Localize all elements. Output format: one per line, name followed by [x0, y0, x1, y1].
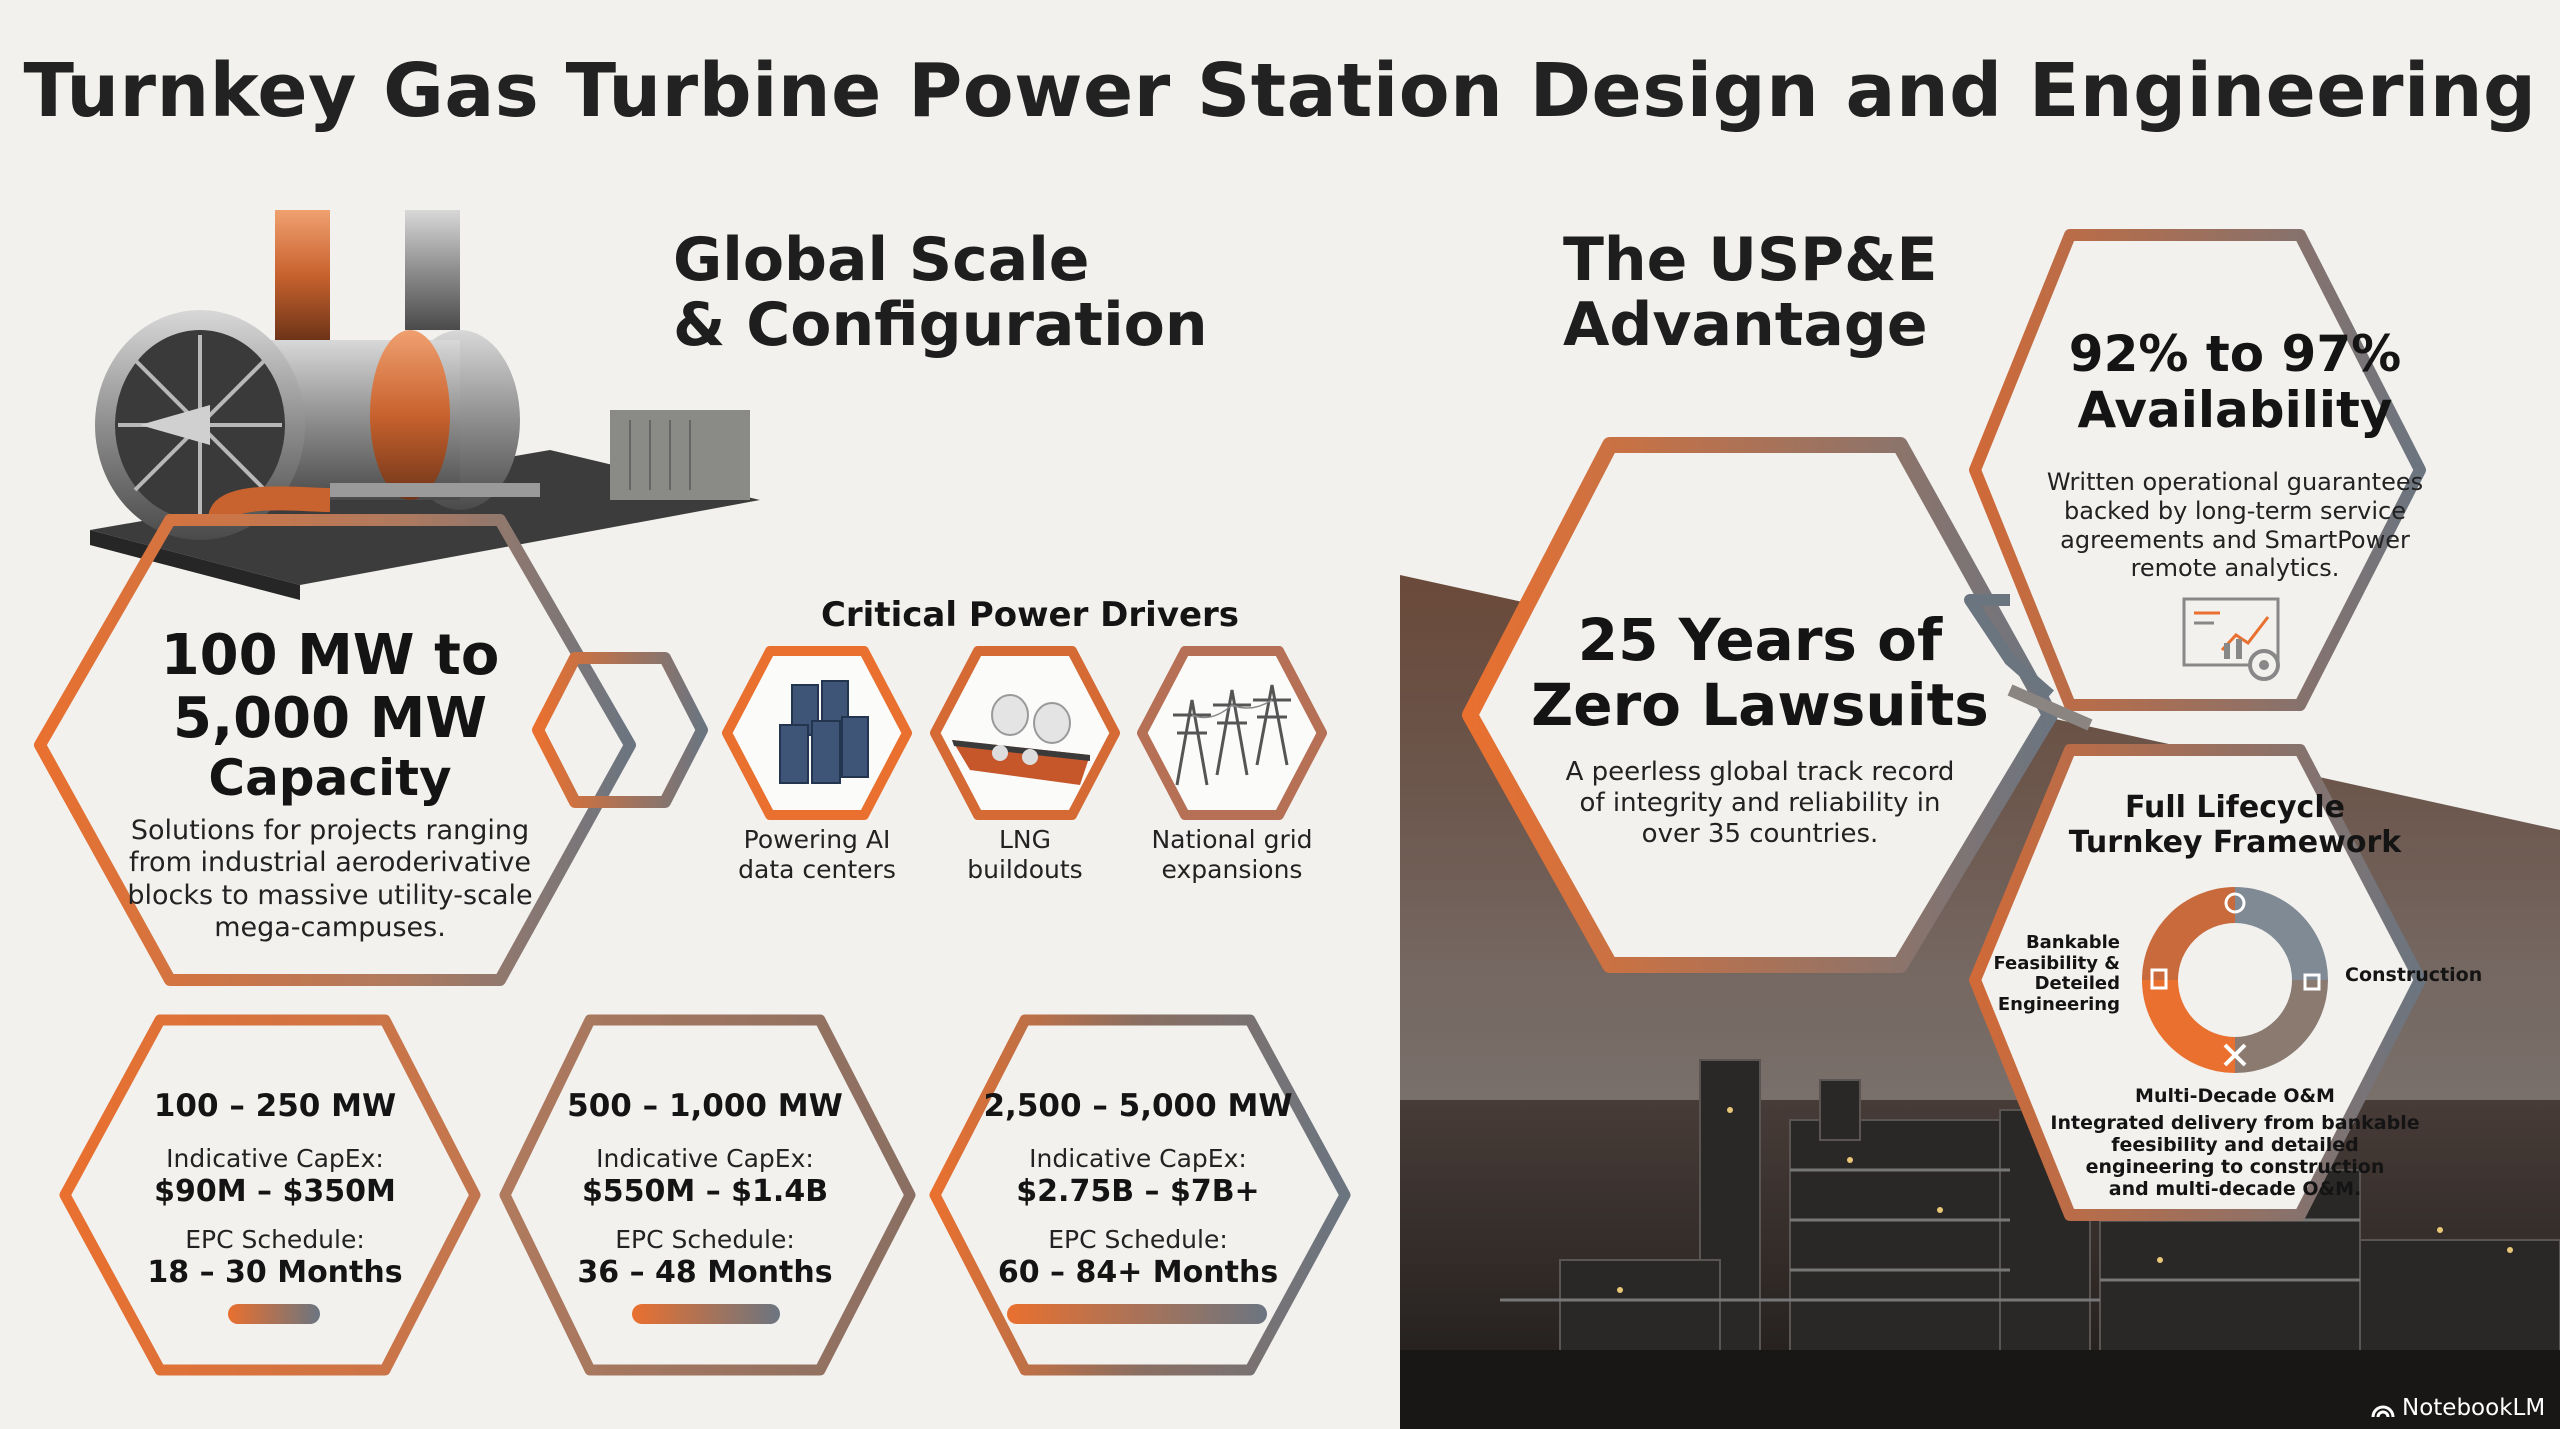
- lawsuits-desc-line2: of integrity and reliability in: [1579, 788, 1941, 819]
- lifecycle-desc-line2: feesibility and detailed: [2111, 1133, 2359, 1156]
- lifecycle-desc-line3: engineering to construction: [2085, 1155, 2385, 1178]
- driver-lng-label: LNG buildouts: [915, 825, 1135, 885]
- driver-ai-label: Powering AI data centers: [707, 825, 927, 885]
- driver-ai-datacenters: [722, 645, 912, 820]
- tier-2-schedule-bar: [632, 1304, 780, 1324]
- driver-grid: [1137, 645, 1327, 820]
- tier-card-1: 100 – 250 MW Indicative CapEx: $90M – $3…: [105, 1088, 445, 1290]
- lawsuits-heading-line1: 25 Years of: [1577, 606, 1943, 674]
- tier-2-schedule: 36 – 48 Months: [577, 1255, 833, 1290]
- global-scale-title-line2: & Configuration: [673, 289, 1208, 360]
- tier-3-schedule-bar: [1007, 1304, 1267, 1324]
- capacity-desc-line1: Solutions for projects ranging: [130, 815, 530, 846]
- tier-2-schedule-label: EPC Schedule:: [615, 1225, 795, 1254]
- availability-desc-line3: agreements and SmartPower: [2060, 525, 2410, 554]
- tier-3-range: 2,500 – 5,000 MW: [983, 1088, 1293, 1124]
- capacity-desc-line2: from industrial aeroderivative: [129, 847, 531, 879]
- lifecycle-cycle-diagram: [2130, 875, 2340, 1085]
- lawsuits-desc-line1: A peerless global track record: [1565, 757, 1955, 787]
- lawsuits-heading-line2: Zero Lawsuits: [1531, 670, 1989, 739]
- capacity-desc-line3: blocks to massive utility-scale: [127, 879, 533, 911]
- tier-2-capex-label: Indicative CapEx:: [596, 1144, 814, 1173]
- tier-3-capex-label: Indicative CapEx:: [1029, 1144, 1247, 1173]
- global-scale-title-line1: Global Scale: [673, 225, 1090, 295]
- lawsuits-description: A peerless global track record of integr…: [1510, 757, 2010, 851]
- tier-1-capex: $90M – $350M: [154, 1174, 396, 1209]
- lifecycle-stage-feasibility: Bankable Feasibility & Deteiled Engineer…: [1990, 932, 2120, 1016]
- availability-description: Written operational guarantees backed by…: [2000, 468, 2470, 583]
- tier-1-capex-label: Indicative CapEx:: [166, 1144, 384, 1173]
- lifecycle-title-line2: Turnkey Framework: [2068, 825, 2402, 861]
- lifecycle-stage-left-line3: Deteiled: [2034, 973, 2120, 995]
- tier-1-schedule: 18 – 30 Months: [147, 1255, 403, 1290]
- capacity-heading-line3: Capacity: [208, 749, 452, 808]
- server-racks-icon: [722, 646, 912, 820]
- lifecycle-title: Full Lifecycle Turnkey Framework: [2000, 790, 2470, 861]
- tier-3-capex: $2.75B – $7B+: [1016, 1174, 1260, 1209]
- connector-hex: [532, 652, 708, 808]
- driver-ai-label-line1: Powering AI: [743, 825, 891, 854]
- global-scale-title: Global Scale & Configuration: [673, 228, 1208, 358]
- lng-tanker-icon: [930, 646, 1120, 820]
- tier-2-range: 500 – 1,000 MW: [567, 1088, 843, 1124]
- lifecycle-desc-line1: Integrated delivery from bankable: [2050, 1112, 2420, 1134]
- tier-1-range: 100 – 250 MW: [153, 1088, 397, 1124]
- lifecycle-stage-construction: Construction: [2345, 964, 2483, 986]
- lifecycle-stage-left-line4: Engineering: [1997, 994, 2120, 1016]
- tier-1-schedule-label: EPC Schedule:: [185, 1225, 365, 1254]
- watermark-text: NotebookLM: [2402, 1395, 2546, 1421]
- capacity-heading-line2: 5,000 MW: [172, 685, 488, 751]
- analytics-dashboard-icon: [2180, 595, 2290, 685]
- driver-ai-label-line2: data centers: [738, 855, 896, 884]
- lifecycle-desc-line4: and multi-decade O&M.: [2108, 1177, 2362, 1200]
- lifecycle-stage-left-line2: Feasibility &: [1993, 952, 2120, 974]
- availability-heading-line2: Availability: [2077, 381, 2393, 439]
- driver-grid-label-line1: National grid: [1151, 825, 1313, 854]
- tier-3-schedule-label: EPC Schedule:: [1048, 1225, 1228, 1254]
- driver-lng: [930, 645, 1120, 820]
- driver-lng-label-line2: buildouts: [967, 855, 1083, 884]
- drivers-title: Critical Power Drivers: [820, 595, 1240, 635]
- availability-heading: 92% to 97% Availability: [2000, 326, 2470, 438]
- notebooklm-logo-icon: [2371, 1405, 2395, 1418]
- tier-3-schedule: 60 – 84+ Months: [997, 1255, 1279, 1290]
- lifecycle-stage-om: Multi-Decade O&M: [2135, 1085, 2335, 1107]
- lawsuits-desc-line3: over 35 countries.: [1641, 819, 1879, 850]
- lifecycle-stage-left-line1: Bankable: [2025, 932, 2120, 953]
- availability-desc-line2: backed by long-term service: [2064, 496, 2406, 525]
- tier-card-2: 500 – 1,000 MW Indicative CapEx: $550M –…: [535, 1088, 875, 1290]
- tier-1-schedule-bar: [228, 1304, 320, 1324]
- tier-card-3: 2,500 – 5,000 MW Indicative CapEx: $2.75…: [968, 1088, 1308, 1290]
- driver-lng-label-line1: LNG: [998, 825, 1051, 854]
- tier-2-capex: $550M – $1.4B: [581, 1174, 829, 1209]
- capacity-description: Solutions for projects ranging from indu…: [70, 815, 590, 945]
- driver-grid-label: National grid expansions: [1122, 825, 1342, 885]
- capacity-heading: 100 MW to 5,000 MW Capacity: [70, 623, 590, 808]
- lifecycle-title-line1: Full Lifecycle: [2125, 790, 2345, 825]
- capacity-heading-line1: 100 MW to: [160, 623, 500, 688]
- driver-grid-label-line2: expansions: [1161, 855, 1303, 884]
- capacity-desc-line4: mega-campuses.: [214, 912, 446, 944]
- notebooklm-watermark: NotebookLM: [2370, 1393, 2545, 1423]
- transmission-towers-icon: [1137, 646, 1327, 820]
- lifecycle-description: Integrated delivery from bankable feesib…: [2035, 1112, 2435, 1200]
- availability-heading-line1: 92% to 97%: [2068, 325, 2402, 383]
- lawsuits-heading: 25 Years of Zero Lawsuits: [1510, 608, 2010, 738]
- availability-desc-line4: remote analytics.: [2130, 554, 2340, 583]
- availability-desc-line1: Written operational guarantees: [2046, 468, 2424, 496]
